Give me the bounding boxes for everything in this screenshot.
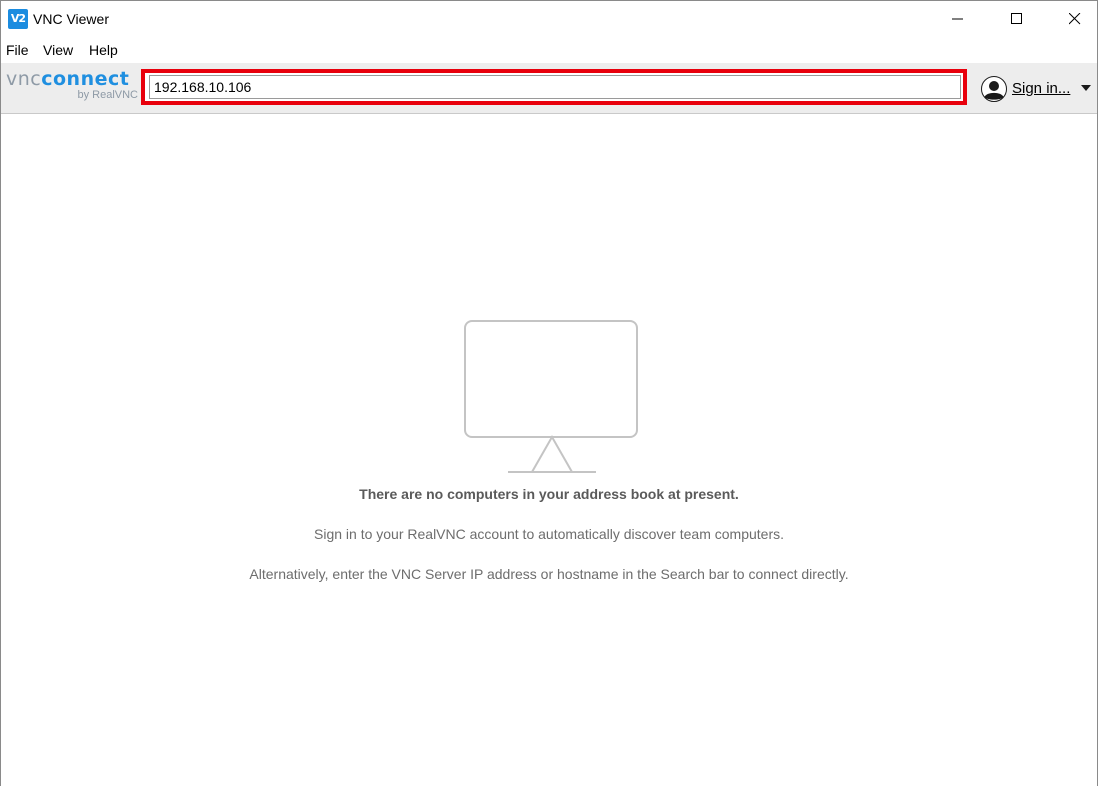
vnc-viewer-window: V2 VNC Viewer File View Help vncconnect …	[0, 0, 1098, 786]
toolbar: vncconnect by RealVNC Sign in...	[1, 63, 1097, 114]
title-bar[interactable]: V2 VNC Viewer	[1, 1, 1097, 37]
empty-state-signin-hint: Sign in to your RealVNC account to autom…	[314, 526, 784, 542]
sign-in-label: Sign in...	[1012, 80, 1071, 97]
logo-vnc-text: vnc	[6, 68, 42, 90]
logo-wordmark: vncconnect	[6, 68, 129, 90]
menu-file[interactable]: File	[6, 41, 29, 59]
menu-bar: File View Help	[1, 37, 1097, 63]
empty-state-search-hint: Alternatively, enter the VNC Server IP a…	[249, 566, 849, 582]
menu-view[interactable]: View	[43, 41, 73, 59]
sign-in-button[interactable]: Sign in...	[981, 75, 1093, 103]
minimize-button[interactable]	[935, 1, 981, 37]
vnc-connect-logo: vncconnect by RealVNC	[6, 68, 138, 106]
minimize-icon	[952, 18, 963, 20]
logo-connect-text: connect	[41, 68, 130, 90]
maximize-icon	[1011, 13, 1022, 24]
user-avatar-icon	[981, 76, 1007, 102]
chevron-down-icon[interactable]	[1081, 85, 1092, 92]
empty-state-heading: There are no computers in your address b…	[359, 486, 739, 502]
maximize-button[interactable]	[994, 1, 1040, 37]
vnc-app-icon: V2	[8, 9, 28, 29]
close-icon	[1069, 13, 1081, 25]
search-highlight-frame	[141, 69, 967, 105]
menu-help[interactable]: Help	[89, 41, 118, 59]
logo-by-realvnc: by RealVNC	[77, 89, 138, 101]
monitor-icon	[464, 320, 638, 473]
search-input[interactable]	[149, 75, 961, 99]
window-title: VNC Viewer	[33, 11, 109, 27]
close-button[interactable]	[1052, 1, 1098, 37]
